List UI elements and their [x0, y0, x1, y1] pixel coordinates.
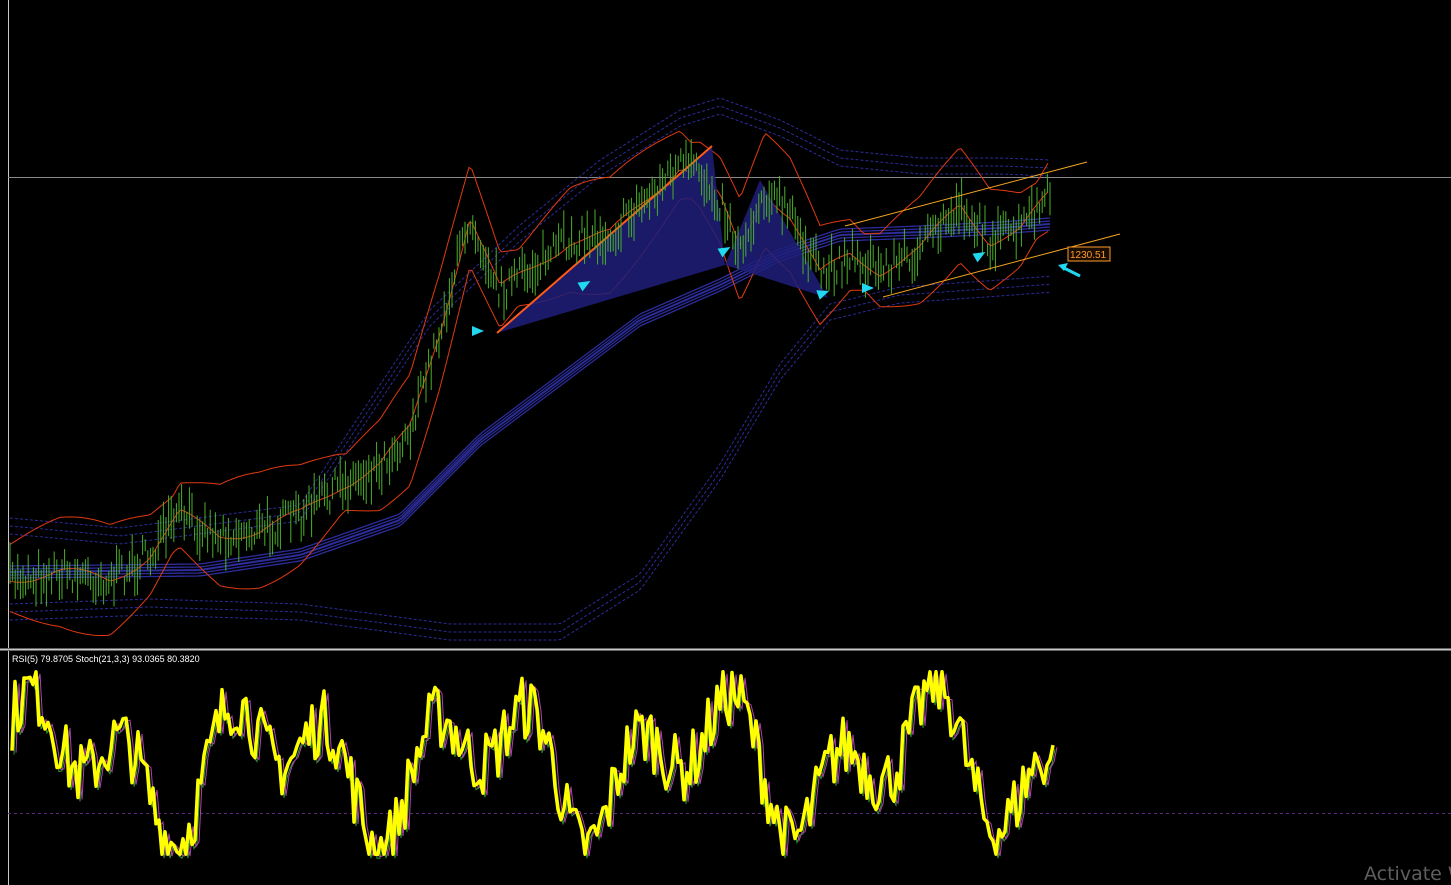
- activation-watermark: Activate W: [1364, 863, 1451, 885]
- indicator-panel[interactable]: RSI(5) 79.8705 Stoch(21,3,3) 93.0365 80.…: [0, 651, 1451, 885]
- trading-terminal: 1230.51 RSI(5) 79.8705 Stoch(21,3,3) 93.…: [0, 0, 1451, 885]
- indicator-label: RSI(5) 79.8705 Stoch(21,3,3) 93.0365 80.…: [12, 654, 200, 664]
- price-label: 1230.51: [1067, 246, 1111, 262]
- price-chart[interactable]: 1230.51: [0, 0, 1451, 648]
- price-label-text: 1230.51: [1070, 250, 1107, 261]
